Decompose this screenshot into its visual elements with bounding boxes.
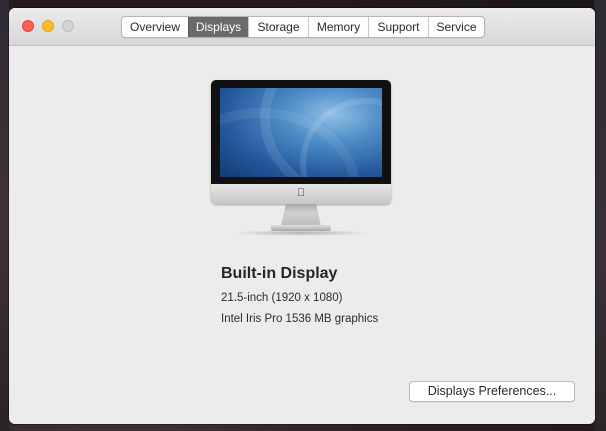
- desktop-background-left: [0, 0, 9, 431]
- tab-support[interactable]: Support: [368, 17, 428, 37]
- imac-stand-neck: [281, 204, 321, 226]
- tab-overview[interactable]: Overview: [122, 17, 188, 37]
- imac-screen-wallpaper: [220, 88, 382, 177]
- apple-logo-icon: : [294, 186, 308, 200]
- tab-bar: Overview Displays Storage Memory Support…: [121, 16, 485, 38]
- imac-body: : [211, 80, 391, 204]
- tab-storage[interactable]: Storage: [248, 17, 308, 37]
- minimize-window-button[interactable]: [42, 20, 54, 32]
- tab-displays[interactable]: Displays: [188, 17, 248, 37]
- displays-preferences-button[interactable]: Displays Preferences...: [409, 381, 575, 402]
- tab-memory[interactable]: Memory: [308, 17, 368, 37]
- displays-panel:  Built-in Display 21.5-inch (1920 x 108…: [9, 46, 595, 424]
- zoom-window-button[interactable]: [62, 20, 74, 32]
- imac-illustration: : [211, 80, 391, 236]
- display-name: Built-in Display: [221, 265, 338, 282]
- about-this-mac-window: Overview Displays Storage Memory Support…: [9, 8, 595, 424]
- desktop-background-right: [594, 0, 606, 431]
- imac-shadow: [231, 230, 371, 236]
- title-bar: Overview Displays Storage Memory Support…: [9, 8, 595, 46]
- display-size: 21.5-inch (1920 x 1080): [221, 292, 343, 304]
- close-window-button[interactable]: [22, 20, 34, 32]
- imac-bezel: [211, 80, 391, 184]
- display-graphics: Intel Iris Pro 1536 MB graphics: [221, 313, 379, 325]
- tab-service[interactable]: Service: [428, 17, 484, 37]
